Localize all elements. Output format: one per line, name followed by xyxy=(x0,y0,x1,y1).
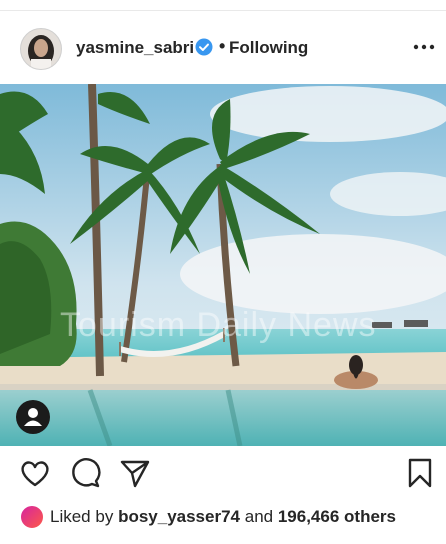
profile-avatar[interactable] xyxy=(20,28,62,70)
user-tag-icon[interactable] xyxy=(16,400,50,434)
post-username[interactable]: yasmine_sabri xyxy=(76,38,194,58)
liked-by-label: Liked by xyxy=(50,507,114,526)
likes-joiner: and xyxy=(244,507,274,526)
verified-badge-icon xyxy=(195,38,213,56)
liker-avatar[interactable] xyxy=(20,505,44,529)
liker-username[interactable]: bosy_yasser74 xyxy=(118,507,240,526)
action-bar xyxy=(0,456,446,496)
likes-others[interactable]: 196,466 others xyxy=(278,507,396,526)
following-button[interactable]: Following xyxy=(229,38,308,58)
separator-dot: • xyxy=(219,36,226,56)
send-icon[interactable] xyxy=(118,456,152,490)
post-header: yasmine_sabri • Following xyxy=(0,10,446,84)
likes-text: Liked by bosy_yasser74 and 196,466 other… xyxy=(50,507,396,527)
comment-icon[interactable] xyxy=(68,456,102,490)
heart-icon[interactable] xyxy=(18,456,52,490)
likes-row: Liked by bosy_yasser74 and 196,466 other… xyxy=(20,503,440,531)
photo-watermark: Tourism Daily News xyxy=(60,306,377,344)
post-photo[interactable]: Tourism Daily News xyxy=(0,84,446,446)
more-options-icon[interactable] xyxy=(412,40,436,54)
bookmark-icon[interactable] xyxy=(403,456,437,490)
